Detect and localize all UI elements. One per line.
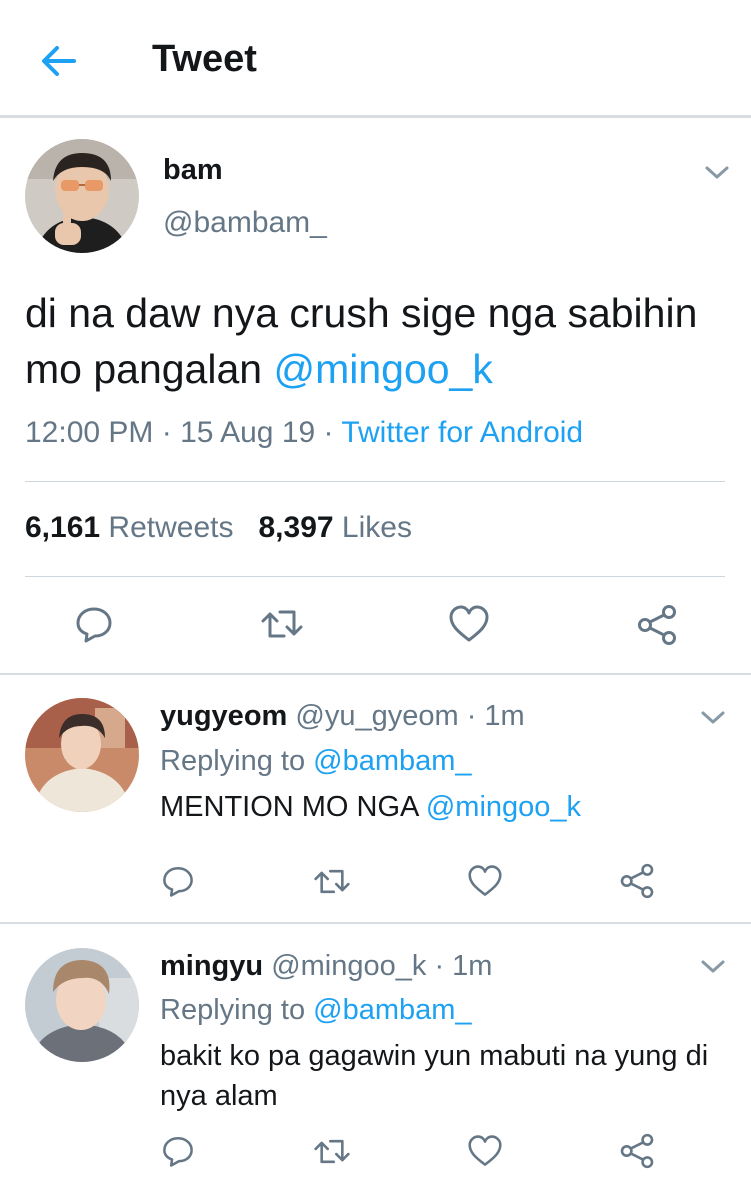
retweet-icon[interactable] [260,606,304,642]
chevron-down-icon[interactable] [700,709,726,727]
share-icon[interactable] [636,604,678,646]
reply-author-name[interactable]: mingyu [160,950,263,982]
tweet-source-link[interactable]: Twitter for Android [341,416,583,449]
share-icon[interactable] [619,1133,655,1169]
avatar[interactable] [25,139,139,253]
author-handle[interactable]: @bambam_ [163,206,327,240]
likes-count: 8,397 [258,511,334,544]
back-arrow-icon[interactable] [36,38,82,84]
like-icon[interactable] [467,864,503,898]
reply-text-body: MENTION MO NGA [160,791,426,823]
divider [0,673,751,675]
share-icon[interactable] [619,863,655,899]
reply-icon[interactable] [161,1134,195,1168]
retweets-label: Retweets [108,511,234,544]
divider [25,576,725,577]
retweet-icon[interactable] [313,1136,351,1167]
tweet-stats: 6,161 Retweets 8,397 Likes [25,511,412,545]
page-title: Tweet [152,38,257,80]
replying-to-link[interactable]: @bambam_ [313,745,471,777]
reply-text: MENTION MO NGA @mingoo_k [160,787,730,827]
replying-to-label: Replying to [160,994,314,1026]
like-icon[interactable] [448,604,490,644]
top-app-bar: Tweet [0,0,751,118]
tweet-timestamp: 12:00 PM · 15 Aug 19 · [25,416,342,449]
replying-to: Replying to @bambam_ [160,994,472,1027]
replying-to: Replying to @bambam_ [160,745,472,778]
mention-link[interactable]: @mingoo_k [273,346,492,392]
replying-to-link[interactable]: @bambam_ [313,994,471,1026]
retweet-icon[interactable] [313,866,351,897]
tweet-meta: 12:00 PM · 15 Aug 19 · Twitter for Andro… [25,416,583,450]
author-name[interactable]: bam [163,154,223,187]
like-icon[interactable] [467,1134,503,1168]
replying-to-label: Replying to [160,745,314,777]
retweets-count: 6,161 [25,511,101,544]
reply-time: · 1m [434,950,493,982]
reply-author-handle[interactable]: @yu_gyeom [295,700,458,732]
reply-text-body: bakit ko pa gagawin yun mabuti na yung d… [160,1040,709,1112]
reply-time: · 1m [466,700,525,732]
reply-author-name[interactable]: yugyeom [160,700,287,732]
reply-header: yugyeom @yu_gyeom · 1m [160,700,525,733]
divider [25,481,725,482]
reply-icon[interactable] [74,604,114,644]
reply-icon[interactable] [161,864,195,898]
reply-author-handle[interactable]: @mingoo_k [271,950,426,982]
avatar[interactable] [25,698,139,812]
chevron-down-icon[interactable] [704,164,730,182]
likes-stat[interactable]: 8,397 Likes [259,511,412,544]
reply-text: bakit ko pa gagawin yun mabuti na yung d… [160,1036,730,1116]
mention-link[interactable]: @mingoo_k [426,791,581,823]
retweets-stat[interactable]: 6,161 Retweets [25,511,233,544]
tweet-text: di na daw nya crush sige nga sabihin mo … [25,285,725,397]
chevron-down-icon[interactable] [700,958,726,976]
likes-label: Likes [341,511,412,544]
avatar[interactable] [25,948,139,1062]
reply-header: mingyu @mingoo_k · 1m [160,950,492,983]
divider [0,922,751,924]
